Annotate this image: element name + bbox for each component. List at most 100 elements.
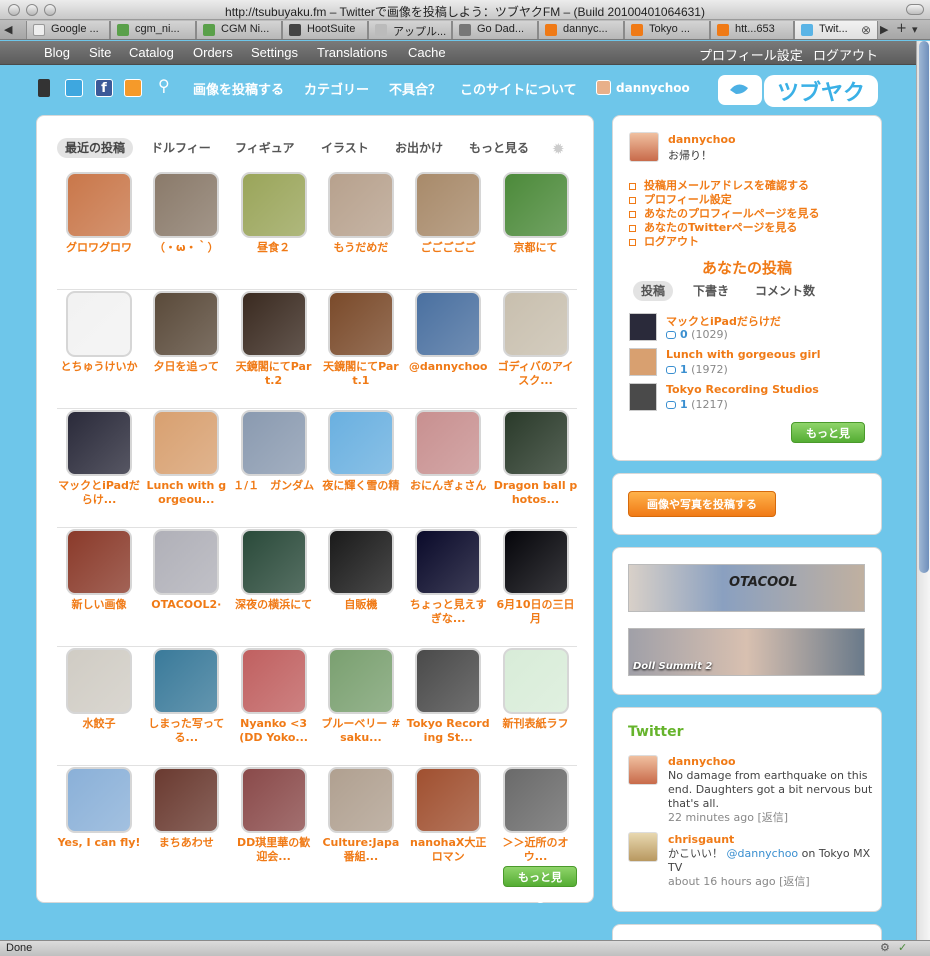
my-posts-tab-comments[interactable]: コメント数 xyxy=(747,281,823,301)
page-scrollbar[interactable] xyxy=(916,41,930,940)
thumbnail-image[interactable] xyxy=(240,172,307,238)
thumbnail-item[interactable]: とちゅうけいか xyxy=(57,291,141,374)
tsubuyaku-logo[interactable]: ツブヤク xyxy=(718,72,880,110)
thumbnail-image[interactable] xyxy=(240,767,307,833)
thumbnail-item[interactable]: 深夜の横浜にて xyxy=(232,529,316,612)
thumbnail-caption[interactable]: 深夜の横浜にて xyxy=(232,598,316,612)
thumbnail-item[interactable]: まちあわせ xyxy=(144,767,228,850)
thumbnail-caption[interactable]: グロワグロワ xyxy=(57,241,141,255)
thumbnail-image[interactable] xyxy=(502,767,569,833)
filter-tab-outing[interactable]: お出かけ xyxy=(387,138,451,158)
thumbnail-image[interactable] xyxy=(66,410,132,476)
tweet-time[interactable]: 22 minutes ago [返信] xyxy=(668,811,788,824)
thumbnail-item[interactable]: マックとiPadだらけ... xyxy=(57,410,141,507)
thumbnail-item[interactable]: 天鏡閣にてPart.1 xyxy=(319,291,403,388)
tweet-avatar[interactable] xyxy=(628,832,658,862)
post-thumbnail[interactable] xyxy=(629,348,657,376)
browser-tab-active[interactable]: Twit... ⊗ xyxy=(794,21,878,39)
thumbnail-image[interactable] xyxy=(327,529,394,595)
tweet-mention[interactable]: @dannychoo xyxy=(727,847,799,860)
filter-tab-figure[interactable]: フィギュア xyxy=(227,138,303,158)
thumbnail-caption[interactable]: ごごごごご xyxy=(406,241,490,255)
thumbnail-image[interactable] xyxy=(66,648,132,714)
thumbnail-item[interactable]: 水餃子 xyxy=(57,648,141,731)
thumbnail-caption[interactable]: Yes, I can fly! xyxy=(57,836,141,850)
thumbnail-caption[interactable]: （・ω・｀） xyxy=(144,241,228,255)
header-username[interactable]: dannychoo xyxy=(616,81,690,95)
thumbnail-image[interactable] xyxy=(66,767,132,833)
thumbnail-item[interactable]: 6月10日の三日月 xyxy=(494,529,578,626)
thumbnail-item[interactable]: 自販機 xyxy=(319,529,403,612)
thumbnail-image[interactable] xyxy=(66,172,132,238)
thumbnail-image[interactable] xyxy=(502,291,569,357)
thumbnail-item[interactable]: ちょっと見えすぎな... xyxy=(406,529,490,626)
thumbnail-item[interactable]: 夕日を追って xyxy=(144,291,228,374)
thumbnail-caption[interactable]: まちあわせ xyxy=(144,836,228,850)
nav-upload-image[interactable]: 画像を投稿する xyxy=(193,79,284,98)
thumbnail-item[interactable]: （・ω・｀） xyxy=(144,172,228,255)
thumbnail-caption[interactable]: おにんぎょさん xyxy=(406,479,490,493)
thumbnail-caption[interactable]: マックとiPadだらけ... xyxy=(57,479,141,507)
profile-settings-link[interactable]: プロフィール設定 xyxy=(699,45,803,64)
admin-link-orders[interactable]: Orders xyxy=(193,45,233,60)
thumbnail-item[interactable]: 新刊表紙ラフ xyxy=(494,648,578,731)
filter-tab-recent[interactable]: 最近の投稿 xyxy=(57,138,134,158)
addon-icon[interactable]: ⚙ xyxy=(880,941,890,954)
thumbnail-item[interactable]: Yes, I can fly! xyxy=(57,767,141,850)
thumbnail-item[interactable]: Nyanko <3 (DD Yoko... xyxy=(232,648,316,745)
post-title[interactable]: Tokyo Recording Studios xyxy=(666,383,819,396)
tweet-username[interactable]: chrisgaunt xyxy=(668,833,734,846)
filter-tab-illust[interactable]: イラスト xyxy=(313,138,377,158)
settings-gear-icon[interactable]: ✹ xyxy=(552,140,565,158)
browser-tab[interactable]: Google ... xyxy=(26,21,110,39)
toolbar-toggle-button[interactable] xyxy=(906,4,924,15)
admin-link-settings[interactable]: Settings xyxy=(251,45,298,60)
thumbnail-item[interactable]: ブルーベリー #saku... xyxy=(319,648,403,745)
tweet-time[interactable]: about 16 hours ago [返信] xyxy=(668,875,810,888)
thumbnail-caption[interactable]: 夕日を追って xyxy=(144,360,228,374)
thumbnail-item[interactable]: DD琪里華の歓迎会... xyxy=(232,767,316,864)
rss-icon[interactable] xyxy=(124,79,142,97)
thumbnail-image[interactable] xyxy=(153,172,220,238)
thumbnail-caption[interactable]: ちょっと見えすぎな... xyxy=(406,598,490,626)
thumbnail-caption[interactable]: ＞＞近所のオウ... xyxy=(494,836,578,864)
thumbnail-image[interactable] xyxy=(327,291,394,357)
thumbnail-image[interactable] xyxy=(153,767,220,833)
thumbnail-image[interactable] xyxy=(240,648,307,714)
thumbnail-item[interactable]: しまった写ってる... xyxy=(144,648,228,745)
tweet-username[interactable]: dannychoo xyxy=(668,755,736,768)
thumbnail-image[interactable] xyxy=(66,529,132,595)
thumbnail-caption[interactable]: 水餃子 xyxy=(57,717,141,731)
thumbnail-item[interactable]: 夜に輝く雪の精 xyxy=(319,410,403,493)
thumbnail-item[interactable]: ＞＞近所のオウ... xyxy=(494,767,578,864)
my-posts-more-button[interactable]: もっと見る xyxy=(791,422,865,460)
filter-tab-more[interactable]: もっと見る xyxy=(461,138,537,158)
browser-tab[interactable]: cgm_ni... xyxy=(110,21,196,39)
thumbnail-image[interactable] xyxy=(415,648,482,714)
profile-username[interactable]: dannychoo xyxy=(668,133,736,146)
close-tab-icon[interactable]: ⊗ xyxy=(861,23,871,37)
more-posts-button[interactable]: もっと見る xyxy=(503,866,577,905)
thumbnail-image[interactable] xyxy=(502,410,569,476)
filter-tab-dollfie[interactable]: ドルフィー xyxy=(143,138,219,158)
thumbnail-item[interactable]: OTACOOL2· xyxy=(144,529,228,612)
nav-about[interactable]: このサイトについて xyxy=(460,79,577,98)
browser-tab[interactable]: HootSuite xyxy=(282,21,368,39)
thumbnail-item[interactable]: もうだめだ xyxy=(319,172,403,255)
thumbnail-image[interactable] xyxy=(327,410,394,476)
thumbnail-image[interactable] xyxy=(502,529,569,595)
user-avatar[interactable] xyxy=(596,80,611,95)
browser-tab[interactable]: dannyc... xyxy=(538,21,624,39)
thumbnail-caption[interactable]: 夜に輝く雪の精 xyxy=(319,479,403,493)
thumbnail-item[interactable]: 京都にて xyxy=(494,172,578,255)
new-tab-button[interactable]: + xyxy=(896,21,907,36)
thumbnail-caption[interactable]: 6月10日の三日月 xyxy=(494,598,578,626)
thumbnail-image[interactable] xyxy=(327,767,394,833)
thumbnail-caption[interactable]: OTACOOL2· xyxy=(144,598,228,612)
twitter-icon[interactable] xyxy=(65,79,83,97)
thumbnail-item[interactable]: １/１ ガンダム xyxy=(232,410,316,493)
thumbnail-item[interactable]: 昼食２ xyxy=(232,172,316,255)
browser-tab[interactable]: アップル... xyxy=(368,21,452,39)
profile-avatar[interactable] xyxy=(629,132,659,162)
facebook-icon[interactable]: f xyxy=(95,79,113,97)
